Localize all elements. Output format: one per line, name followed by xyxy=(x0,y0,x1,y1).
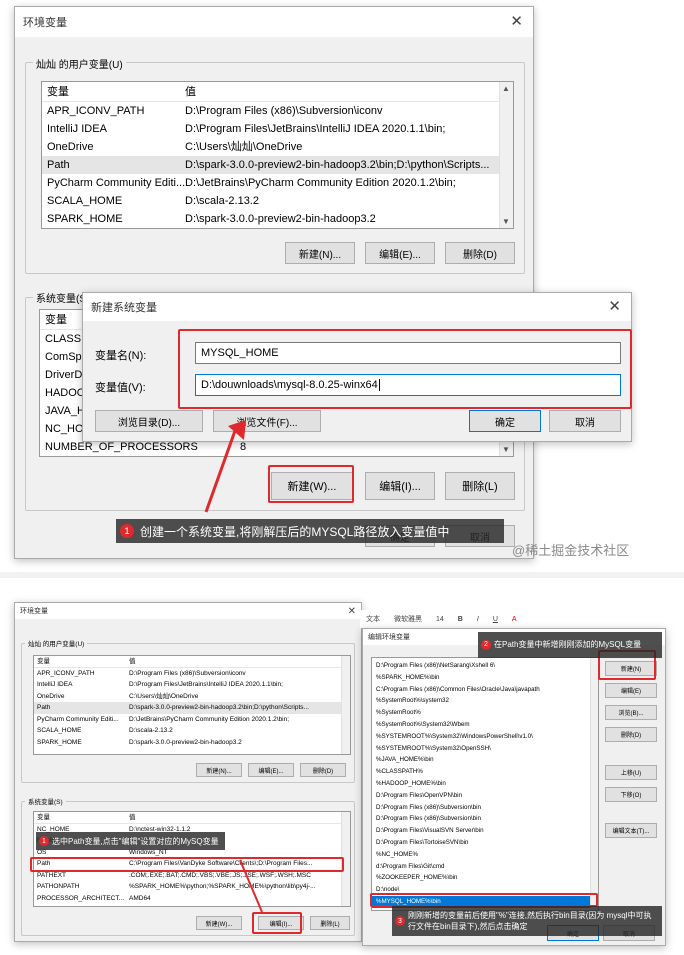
path-entry[interactable]: D:\Program Files (x86)\Subversion\bin xyxy=(372,802,598,814)
annotation-number: 3 xyxy=(395,916,405,926)
annotation-3: 3 刚刚新增的变量前后使用"%"连接,然后执行bin目录(因为 mysql中可执… xyxy=(392,906,662,936)
path-entry[interactable]: %SPARK_HOME%\bin xyxy=(372,672,598,684)
path-entry[interactable]: D:\Program Files (x86)\Subversion\bin xyxy=(372,813,598,825)
annotation-text: 刚刚新增的变量前后使用"%"连接,然后执行bin目录(因为 mysql中可执行文… xyxy=(408,911,652,931)
path-entry[interactable]: D:\Program Files\VisualSVN Server\bin xyxy=(372,825,598,837)
scrollbar[interactable] xyxy=(590,658,598,910)
path-entry[interactable]: D:\Program Files\OpenVPN\bin xyxy=(372,790,598,802)
highlight-mysql-entry xyxy=(370,893,598,907)
path-entry[interactable]: D:\Program Files\TortoiseSVN\bin xyxy=(372,837,598,849)
annotation-text: 在Path变量中新增刚刚添加的MySQL变量 xyxy=(494,640,642,649)
path-entry[interactable]: C:\Program Files (x86)\Common Files\Orac… xyxy=(372,684,598,696)
annotation-2: 2 在Path变量中新增刚刚添加的MySQL变量 xyxy=(478,632,662,658)
toolbar-text[interactable]: 文本 xyxy=(366,614,380,624)
path-entry[interactable]: %NC_HOME% xyxy=(372,849,598,861)
path-edit-button[interactable]: 编辑(E) xyxy=(605,683,657,698)
annotation-number: 2 xyxy=(481,640,491,650)
path-entry[interactable]: %SYSTEMROOT%\System32\WindowsPowerShell\… xyxy=(372,731,598,743)
path-edit-button[interactable]: 上移(U) xyxy=(605,765,657,780)
path-edit-button[interactable]: 删除(D) xyxy=(605,727,657,742)
path-edit-button[interactable]: 下移(O) xyxy=(605,787,657,802)
path-entry[interactable]: %SystemRoot%\system32 xyxy=(372,695,598,707)
path-entry[interactable]: %JAVA_HOME%\bin xyxy=(372,754,598,766)
path-entry[interactable]: %HADOOP_HOME%\bin xyxy=(372,778,598,790)
path-entry[interactable]: %SYSTEMROOT%\System32\OpenSSH\ xyxy=(372,743,598,755)
editor-toolbar: 文本 微软雅黑 14 B I U A xyxy=(360,610,670,628)
toolbar-bold[interactable]: B xyxy=(458,616,463,623)
path-entry[interactable]: %ZOOKEEPER_HOME%\bin xyxy=(372,872,598,884)
toolbar-color[interactable]: A xyxy=(512,616,517,623)
path-entry[interactable]: %CLASSPATH% xyxy=(372,766,598,778)
toolbar-size[interactable]: 14 xyxy=(436,616,444,623)
path-entry[interactable]: %SystemRoot% xyxy=(372,707,598,719)
path-edit-button[interactable]: 编辑文本(T)... xyxy=(605,823,657,838)
path-entry[interactable]: %SystemRoot%\System32\Wbem xyxy=(372,719,598,731)
edit-env-title: 编辑环境变量 xyxy=(368,634,410,641)
path-entry[interactable]: d:\Program Files\Git\cmd xyxy=(372,861,598,873)
toolbar-underline[interactable]: U xyxy=(493,616,498,623)
path-entries-list[interactable]: D:\Program Files (x86)\NetSarang\Xshell … xyxy=(371,657,599,911)
path-entry[interactable]: D:\Program Files (x86)\NetSarang\Xshell … xyxy=(372,660,598,672)
path-edit-button[interactable]: 浏览(B)... xyxy=(605,705,657,720)
toolbar-font[interactable]: 微软雅黑 xyxy=(394,614,422,624)
toolbar-italic[interactable]: I xyxy=(477,616,479,623)
